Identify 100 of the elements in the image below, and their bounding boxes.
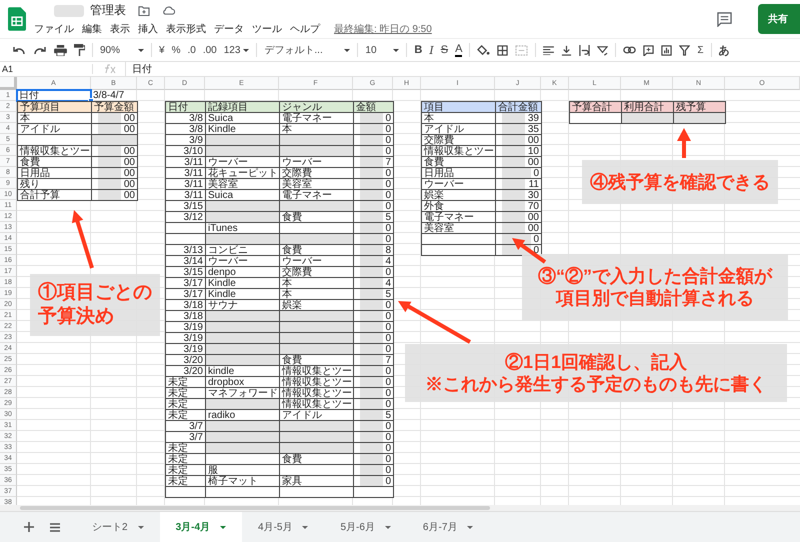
table-cell[interactable] bbox=[279, 431, 354, 443]
header-cell[interactable]: 予算金額 bbox=[91, 101, 138, 113]
table-cell[interactable]: 30 bbox=[495, 189, 542, 201]
number-format-dropdown[interactable]: 123 bbox=[224, 44, 250, 56]
table-cell[interactable] bbox=[17, 134, 92, 146]
table-cell[interactable]: ウーバー bbox=[205, 156, 280, 168]
table-cell[interactable]: マネフォワード bbox=[205, 387, 280, 399]
table-cell[interactable]: 交際費 bbox=[279, 266, 354, 278]
table-cell[interactable] bbox=[279, 310, 354, 322]
table-cell[interactable]: 椅子マット bbox=[205, 475, 280, 487]
last-edit-link[interactable]: 最終編集: 昨日の 9:50 bbox=[334, 22, 432, 36]
add-sheet-icon[interactable] bbox=[24, 522, 34, 532]
chart-icon[interactable] bbox=[661, 44, 672, 56]
header-cell[interactable]: 予算合計 bbox=[569, 101, 622, 113]
table-cell[interactable]: 0 bbox=[495, 167, 542, 179]
table-cell[interactable]: 外食 bbox=[421, 200, 496, 212]
comment-add-icon[interactable] bbox=[643, 44, 654, 56]
formula-field[interactable]: 日付 bbox=[125, 62, 152, 76]
table-cell[interactable]: 家具 bbox=[279, 475, 354, 487]
table-cell[interactable]: 00 bbox=[91, 189, 138, 201]
font-size-dropdown[interactable]: 10 bbox=[365, 44, 400, 56]
share-button[interactable]: 共有 bbox=[758, 4, 800, 34]
table-cell[interactable] bbox=[205, 145, 280, 157]
sheet-tab[interactable]: シート2 bbox=[76, 512, 160, 542]
header-cell[interactable]: 予算項目 bbox=[17, 101, 92, 113]
table-cell[interactable] bbox=[205, 310, 280, 322]
table-cell[interactable] bbox=[205, 420, 280, 432]
table-cell[interactable]: 食費 bbox=[17, 156, 92, 168]
merge-cells-icon[interactable] bbox=[515, 44, 528, 56]
table-cell[interactable]: 00 bbox=[91, 145, 138, 157]
table-cell[interactable]: 0 bbox=[353, 200, 394, 212]
table-cell[interactable]: 0 bbox=[353, 222, 394, 234]
table-cell[interactable]: 8 bbox=[353, 244, 394, 256]
table-cell[interactable]: 食費 bbox=[279, 453, 354, 465]
link-icon[interactable] bbox=[623, 46, 636, 54]
text-rotation-icon[interactable] bbox=[597, 44, 608, 56]
table-cell[interactable]: アイドル bbox=[17, 123, 92, 135]
scrollbar-thumb[interactable] bbox=[20, 506, 490, 510]
table-cell[interactable]: 情報収集とツー bbox=[17, 145, 92, 157]
table-cell[interactable]: Kindle bbox=[205, 288, 280, 300]
table-cell[interactable]: denpo bbox=[205, 266, 280, 278]
table-cell[interactable] bbox=[279, 332, 354, 344]
table-cell[interactable]: 本 bbox=[279, 277, 354, 289]
table-cell[interactable]: 娯楽 bbox=[421, 189, 496, 201]
table-cell[interactable] bbox=[279, 321, 354, 333]
table-cell[interactable]: 3/8-4/7 bbox=[91, 90, 137, 101]
table-cell[interactable] bbox=[205, 354, 280, 366]
table-cell[interactable] bbox=[205, 442, 280, 454]
table-cell[interactable] bbox=[205, 200, 280, 212]
table-cell[interactable]: 0 bbox=[353, 475, 394, 487]
table-cell[interactable]: 4 bbox=[353, 255, 394, 267]
percent-format-button[interactable]: % bbox=[172, 44, 180, 56]
header-cell[interactable]: 利用合計 bbox=[621, 101, 674, 113]
table-cell[interactable]: 5 bbox=[353, 288, 394, 300]
table-cell[interactable]: 7 bbox=[353, 156, 394, 168]
header-cell[interactable]: 残予算 bbox=[673, 101, 726, 113]
input-mode-button[interactable]: あ bbox=[718, 42, 730, 58]
table-cell[interactable]: ウーバー bbox=[421, 178, 496, 190]
table-cell[interactable]: 美容室 bbox=[205, 178, 280, 190]
table-cell[interactable] bbox=[279, 233, 354, 245]
table-cell[interactable]: アイドル bbox=[279, 409, 354, 421]
table-cell[interactable]: 美容室 bbox=[279, 178, 354, 190]
table-cell[interactable] bbox=[279, 200, 354, 212]
table-cell[interactable]: 0 bbox=[353, 266, 394, 278]
table-cell[interactable]: 0 bbox=[353, 464, 394, 476]
table-cell[interactable]: 情報収集とツー bbox=[279, 387, 354, 399]
fill-color-icon[interactable] bbox=[477, 44, 490, 56]
menu-item[interactable]: ファイル bbox=[34, 22, 74, 36]
table-cell[interactable]: 娯楽 bbox=[279, 299, 354, 311]
sheet-tab[interactable]: 6月-7月 bbox=[406, 512, 490, 542]
table-cell[interactable]: 食費 bbox=[279, 354, 354, 366]
text-color-button[interactable]: A bbox=[455, 44, 462, 56]
table-cell[interactable]: Kindle bbox=[205, 123, 280, 135]
filter-icon[interactable] bbox=[679, 44, 690, 56]
table-cell[interactable] bbox=[205, 486, 280, 498]
table-cell[interactable] bbox=[205, 134, 280, 146]
table-cell[interactable]: 交際費 bbox=[279, 167, 354, 179]
table-cell[interactable]: 本 bbox=[279, 123, 354, 135]
header-cell[interactable]: 日付 bbox=[165, 101, 206, 113]
menu-item[interactable]: 編集 bbox=[82, 22, 102, 36]
font-dropdown[interactable]: デフォルト... bbox=[264, 43, 350, 57]
table-cell[interactable]: 美容室 bbox=[421, 222, 496, 234]
table-cell[interactable] bbox=[569, 112, 622, 124]
table-cell[interactable]: 0 bbox=[353, 387, 394, 399]
table-cell[interactable] bbox=[165, 486, 206, 498]
table-cell[interactable] bbox=[421, 233, 496, 245]
sheet-list-icon[interactable] bbox=[50, 522, 60, 532]
header-cell[interactable]: 金額 bbox=[353, 101, 394, 113]
table-cell[interactable]: 情報収集とツー bbox=[279, 365, 354, 377]
table-cell[interactable] bbox=[279, 486, 354, 498]
table-cell[interactable]: コンビニ bbox=[205, 244, 280, 256]
table-cell[interactable]: 10 bbox=[495, 145, 542, 157]
table-cell[interactable] bbox=[673, 112, 726, 124]
table-cell[interactable]: 00 bbox=[91, 156, 138, 168]
table-cell[interactable]: 本 bbox=[279, 288, 354, 300]
table-cell[interactable]: 00 bbox=[495, 222, 542, 234]
table-cell[interactable]: 0 bbox=[353, 398, 394, 410]
table-cell[interactable] bbox=[91, 134, 138, 146]
table-cell[interactable]: 0 bbox=[353, 343, 394, 355]
table-cell[interactable]: 00 bbox=[495, 211, 542, 223]
